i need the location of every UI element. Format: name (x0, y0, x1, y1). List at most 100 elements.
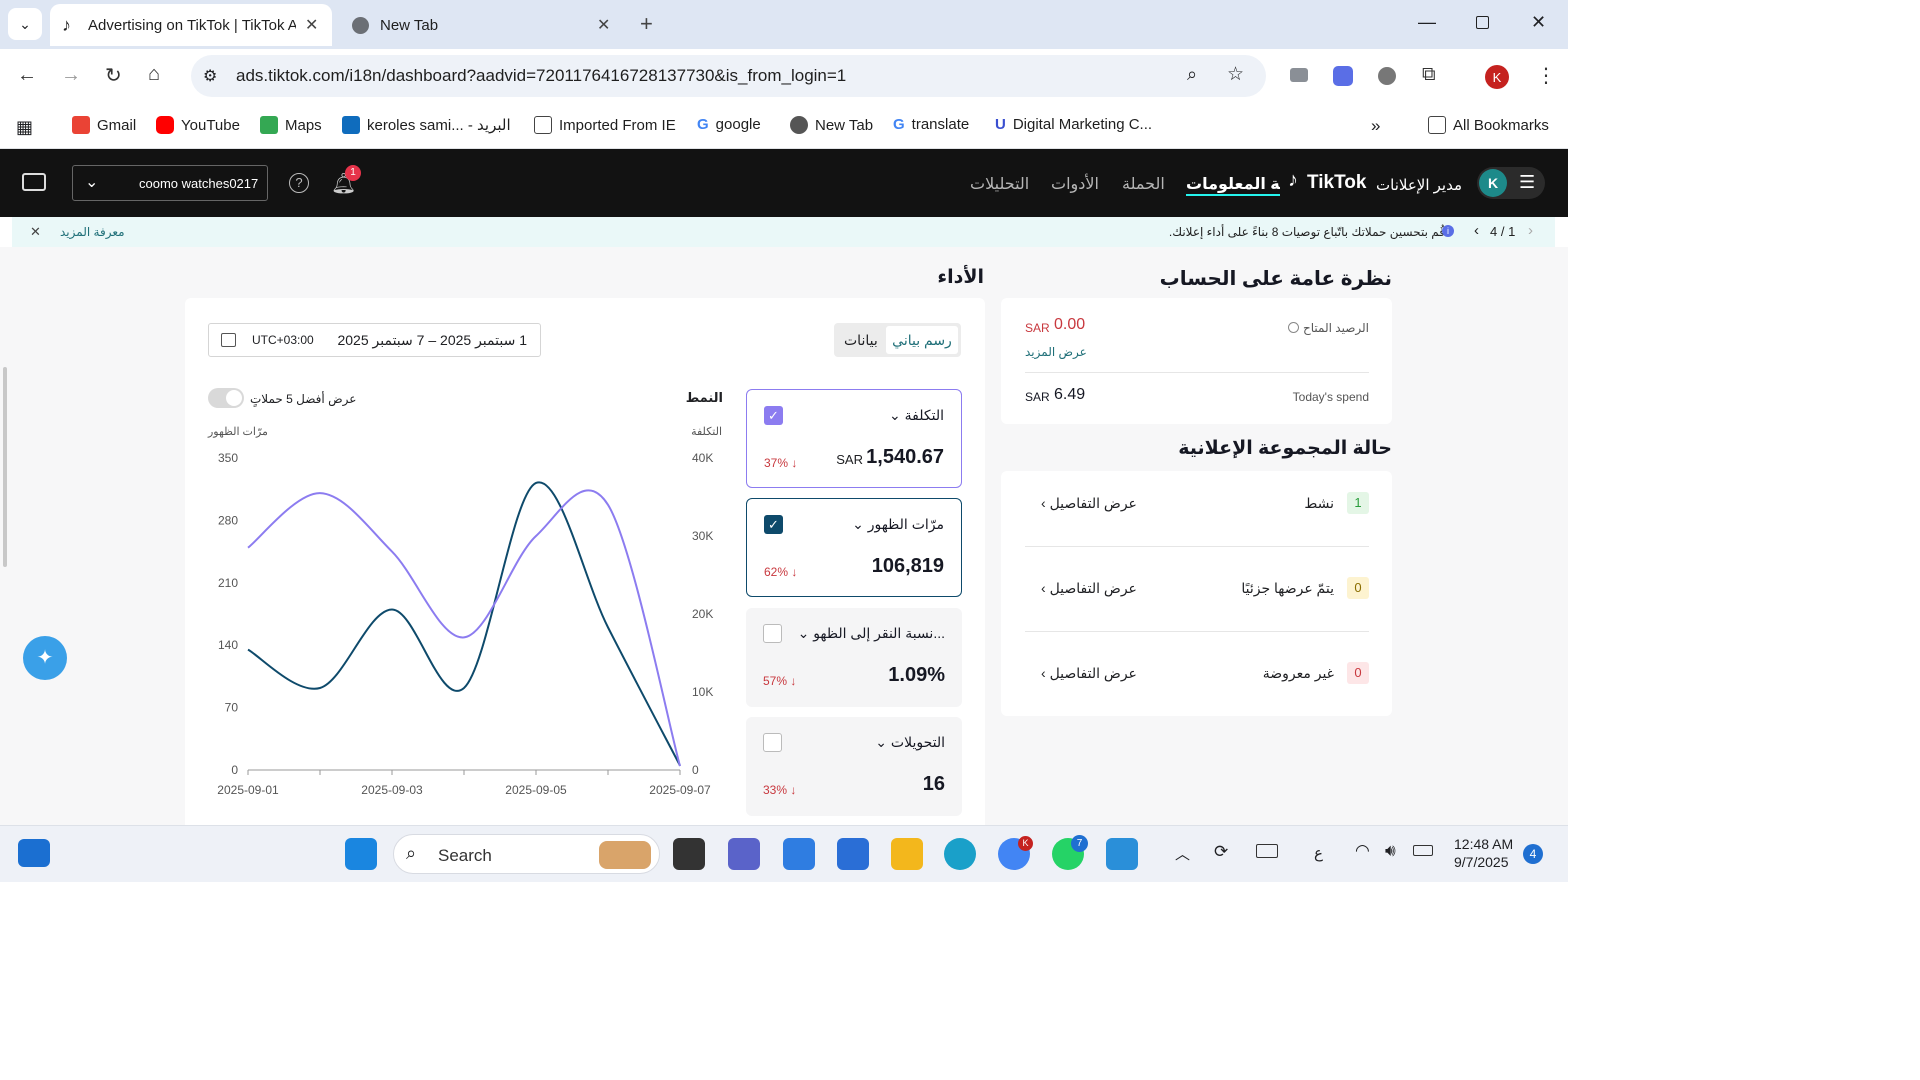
bookmark-youtube[interactable]: YouTube (156, 116, 240, 134)
close-icon[interactable]: ✕ (30, 224, 41, 240)
site-settings-icon[interactable]: ⚙ (203, 66, 217, 86)
zoom-icon[interactable]: ⌕ (1187, 64, 1197, 85)
keyboard-icon[interactable] (1256, 844, 1278, 858)
volume-icon[interactable]: 🔊︎ (1385, 841, 1396, 861)
nav-analytics[interactable]: التحليلات (970, 174, 1029, 194)
close-tab-icon[interactable]: ✕ (597, 15, 610, 35)
profile-avatar[interactable]: K (1485, 65, 1509, 89)
minimize-icon[interactable]: — (1418, 12, 1436, 33)
bookmark-new-tab[interactable]: New Tab (790, 116, 873, 134)
tab-tiktok[interactable]: ♪ Advertising on TikTok | TikTok A ✕ (50, 4, 332, 46)
view-details-link[interactable]: ‹ عرض التفاصيل (1041, 665, 1137, 682)
date-range-picker[interactable]: UTC+03:00 1 سبتمبر 2025 – 7 سبتمبر 2025 (208, 323, 541, 357)
bookmark-outlook[interactable]: keroles sami... - البريد (342, 116, 511, 134)
folder-icon (534, 116, 552, 134)
notification-badge[interactable]: 4 (1523, 844, 1543, 864)
task-view-icon[interactable] (673, 838, 705, 870)
right-tick-label: 20K (692, 607, 713, 621)
extension-icon[interactable] (1333, 66, 1353, 86)
ticket-icon[interactable] (22, 173, 46, 191)
bookmark-gmail[interactable]: Gmail (72, 116, 136, 134)
tab-chart[interactable]: رسم بياني (886, 326, 958, 354)
home-icon[interactable]: ⌂ (148, 63, 160, 86)
checkbox-checked-icon[interactable]: ✓ (764, 406, 783, 425)
tray-overflow-icon[interactable]: ︿ (1175, 843, 1190, 864)
close-window-icon[interactable]: ✕ (1531, 12, 1546, 33)
top5-toggle[interactable] (208, 388, 244, 408)
status-row-partial: 0 يتمّ عرضها جزئيًا ‹ عرض التفاصيل (1001, 556, 1392, 641)
wifi-icon[interactable]: ◠ (1355, 841, 1370, 861)
camera-icon[interactable] (1290, 68, 1308, 82)
help-icon[interactable]: ? (289, 173, 309, 193)
banner-text: قُم بتحسين حملاتك باتّباع توصيات 8 بناءً… (1168, 225, 1445, 239)
bookmark-google[interactable]: Ggoogle (697, 116, 761, 133)
bookmark-translate[interactable]: Gtranslate (893, 116, 969, 133)
bookmark-all[interactable]: All Bookmarks (1428, 116, 1549, 134)
reload-icon[interactable]: ↻ (105, 63, 122, 88)
todo-icon[interactable] (783, 838, 815, 870)
store-icon[interactable] (837, 838, 869, 870)
sync-icon[interactable]: ⟳ (1214, 842, 1228, 862)
nav-tools[interactable]: الأدوات (1051, 174, 1099, 194)
metric-value: 1,540.67 (866, 446, 944, 468)
bookmark-digital-marketing[interactable]: U Digital Marketing C... (995, 116, 1152, 133)
view-toggle: بيانات رسم بياني (834, 323, 961, 357)
metric-card-conversions[interactable]: ⌄ التحويلات 33% ↓ 16 (746, 717, 962, 816)
restore-icon[interactable] (1476, 16, 1489, 29)
tab-new-tab[interactable]: New Tab ✕ (340, 4, 622, 46)
metric-card-ctr[interactable]: ⌄ نسبة النقر إلى الظهو... 57% ↓ 1.09% (746, 608, 962, 707)
edge-icon[interactable] (944, 838, 976, 870)
apps-grid-icon[interactable]: ▦ (16, 117, 33, 138)
bookmark-star-icon[interactable]: ☆ (1227, 63, 1244, 86)
metric-card-cost[interactable]: ✓ ⌄ التكلفة 37% ↓ SAR 1,540.67 (746, 389, 962, 488)
metric-card-impressions[interactable]: ✓ ⌄ مرّات الظهور 62% ↓ 106,819 (746, 498, 962, 597)
view-details-label: عرض التفاصيل (1049, 495, 1137, 511)
tiktok-favicon-icon: ♪ (62, 14, 71, 35)
top5-label: عرض أفضل 5 حملاتٍ (250, 392, 357, 406)
bookmark-maps[interactable]: Maps (260, 116, 322, 134)
nav-dashboard[interactable]: لوحة المعلومات (1186, 174, 1280, 196)
info-icon: i (1442, 225, 1454, 237)
tab-data[interactable]: بيانات (844, 332, 878, 349)
photos-icon[interactable] (1106, 838, 1138, 870)
view-details-link[interactable]: ‹ عرض التفاصيل (1041, 495, 1137, 512)
explorer-icon[interactable] (891, 838, 923, 870)
windows-start-icon[interactable] (345, 838, 377, 870)
left-axis-label: مرّات الظهور (207, 426, 268, 438)
clock-time[interactable]: 12:48 AM (1454, 836, 1513, 852)
bookmark-label: YouTube (181, 116, 240, 134)
divider (1025, 372, 1369, 373)
checkbox-icon[interactable] (763, 733, 782, 752)
address-bar[interactable]: ⚙ ads.tiktok.com/i18n/dashboard?aadvid=7… (191, 55, 1266, 97)
language-indicator[interactable]: ع (1314, 844, 1323, 862)
checkbox-checked-icon[interactable]: ✓ (764, 515, 783, 534)
close-tab-icon[interactable]: ✕ (305, 15, 318, 35)
view-details-link[interactable]: ‹ عرض التفاصيل (1041, 580, 1137, 597)
page-scrollbar[interactable] (3, 367, 7, 567)
view-more-link[interactable]: عرض المزيد (1025, 345, 1087, 359)
tab-search-button[interactable]: ⌄ (8, 8, 42, 40)
next-icon[interactable]: › (1528, 222, 1533, 239)
teams-icon[interactable] (728, 838, 760, 870)
assistant-icon[interactable]: ✦ (23, 636, 67, 680)
vpn-icon[interactable] (1378, 67, 1396, 85)
new-tab-icon[interactable]: + (640, 11, 653, 37)
forward-icon[interactable]: → (61, 64, 81, 87)
more-bookmarks-icon[interactable]: » (1371, 116, 1380, 136)
bookmark-imported[interactable]: Imported From IE (534, 116, 676, 134)
learn-more-link[interactable]: معرفة المزيد (60, 225, 125, 239)
battery-icon[interactable] (1413, 845, 1433, 856)
widgets-icon[interactable] (18, 839, 50, 867)
clock-date[interactable]: 9/7/2025 (1454, 854, 1509, 870)
metric-title-text: مرّات الظهور (867, 516, 944, 532)
taskbar-search[interactable]: ⌕ Search (393, 834, 660, 874)
profile-initial: K (1492, 69, 1502, 85)
nav-campaign[interactable]: الحملة (1122, 174, 1165, 194)
checkbox-icon[interactable] (763, 624, 782, 643)
back-icon[interactable]: ← (17, 64, 37, 87)
prev-icon[interactable]: ‹ (1474, 222, 1479, 239)
puzzle-icon[interactable]: ⧉ (1422, 64, 1436, 86)
more-menu-icon[interactable]: ⋮ (1536, 63, 1556, 88)
user-menu[interactable]: K ☰ (1477, 167, 1545, 199)
account-selector[interactable]: ⌄ coomo watches0217 (72, 165, 268, 201)
